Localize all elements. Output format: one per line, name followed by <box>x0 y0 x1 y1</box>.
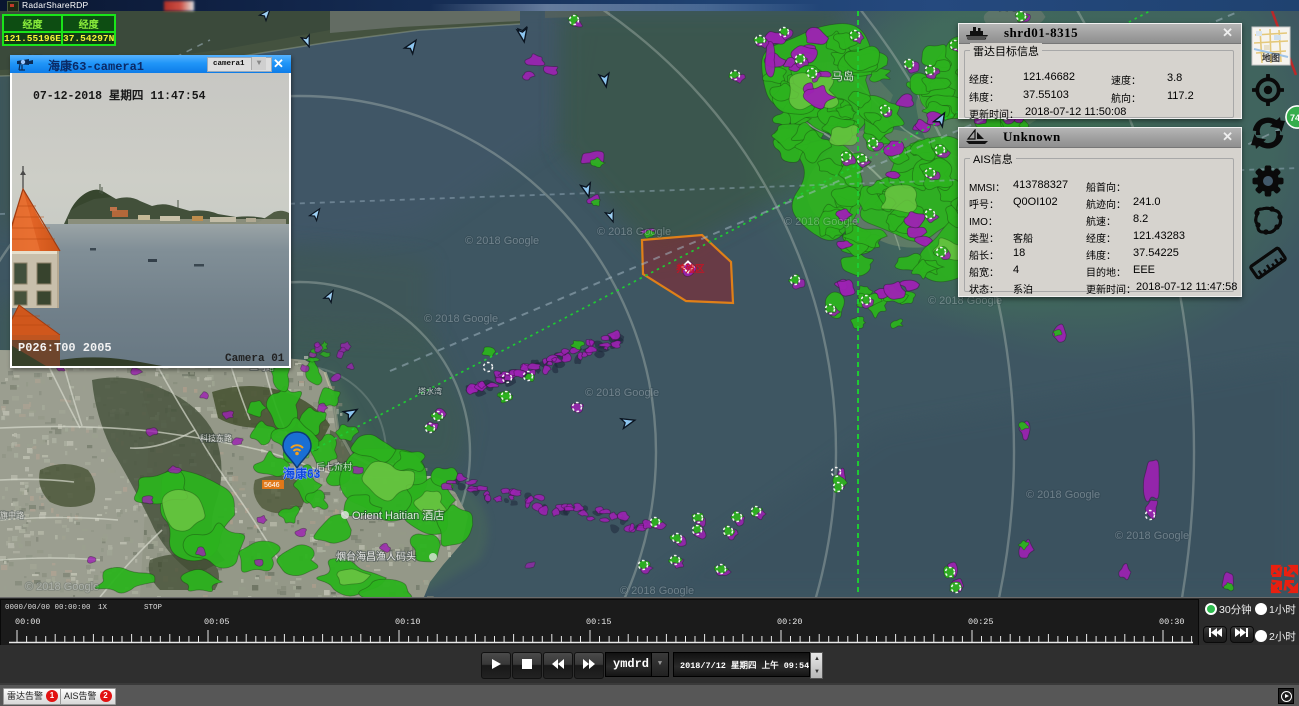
svg-text:© 2018 Google: © 2018 Google <box>585 387 659 399</box>
svg-text:地图: 地图 <box>1262 52 1280 63</box>
svg-text:Orient Haitian 酒店: Orient Haitian 酒店 <box>352 508 444 522</box>
svg-text:P026:T00 2005: P026:T00 2005 <box>18 341 112 355</box>
svg-text:5646: 5646 <box>264 482 280 489</box>
svg-text:马岛: 马岛 <box>832 69 854 83</box>
svg-text:后七夼村: 后七夼村 <box>316 461 352 472</box>
svg-text:© 2018 Google: © 2018 Google <box>424 313 498 325</box>
svg-text:© 2018 Google: © 2018 Google <box>620 585 694 597</box>
svg-text:74: 74 <box>1290 113 1299 123</box>
svg-text:旗中路: 旗中路 <box>0 510 24 520</box>
svg-text:塔水湾: 塔水湾 <box>418 386 442 396</box>
svg-text:烟台海昌渔人码头: 烟台海昌渔人码头 <box>336 550 416 563</box>
svg-text:夹岛: 夹岛 <box>999 11 1017 12</box>
svg-text:养殖区: 养殖区 <box>675 263 705 275</box>
svg-text:科技东路: 科技东路 <box>200 433 232 443</box>
svg-text:© 2018 Google: © 2018 Google <box>784 216 858 228</box>
svg-text:Camera 01: Camera 01 <box>225 353 285 365</box>
svg-text:© 2018 Google: © 2018 Google <box>25 581 99 593</box>
svg-text:© 2018 Google: © 2018 Google <box>465 235 539 247</box>
svg-text:© 2018 Google: © 2018 Google <box>597 226 671 238</box>
svg-text:© 2018 Google: © 2018 Google <box>1026 489 1100 501</box>
svg-text:07-12-2018 星期四 11:47:54: 07-12-2018 星期四 11:47:54 <box>33 88 206 103</box>
svg-text:© 2018 Google: © 2018 Google <box>1115 530 1189 542</box>
